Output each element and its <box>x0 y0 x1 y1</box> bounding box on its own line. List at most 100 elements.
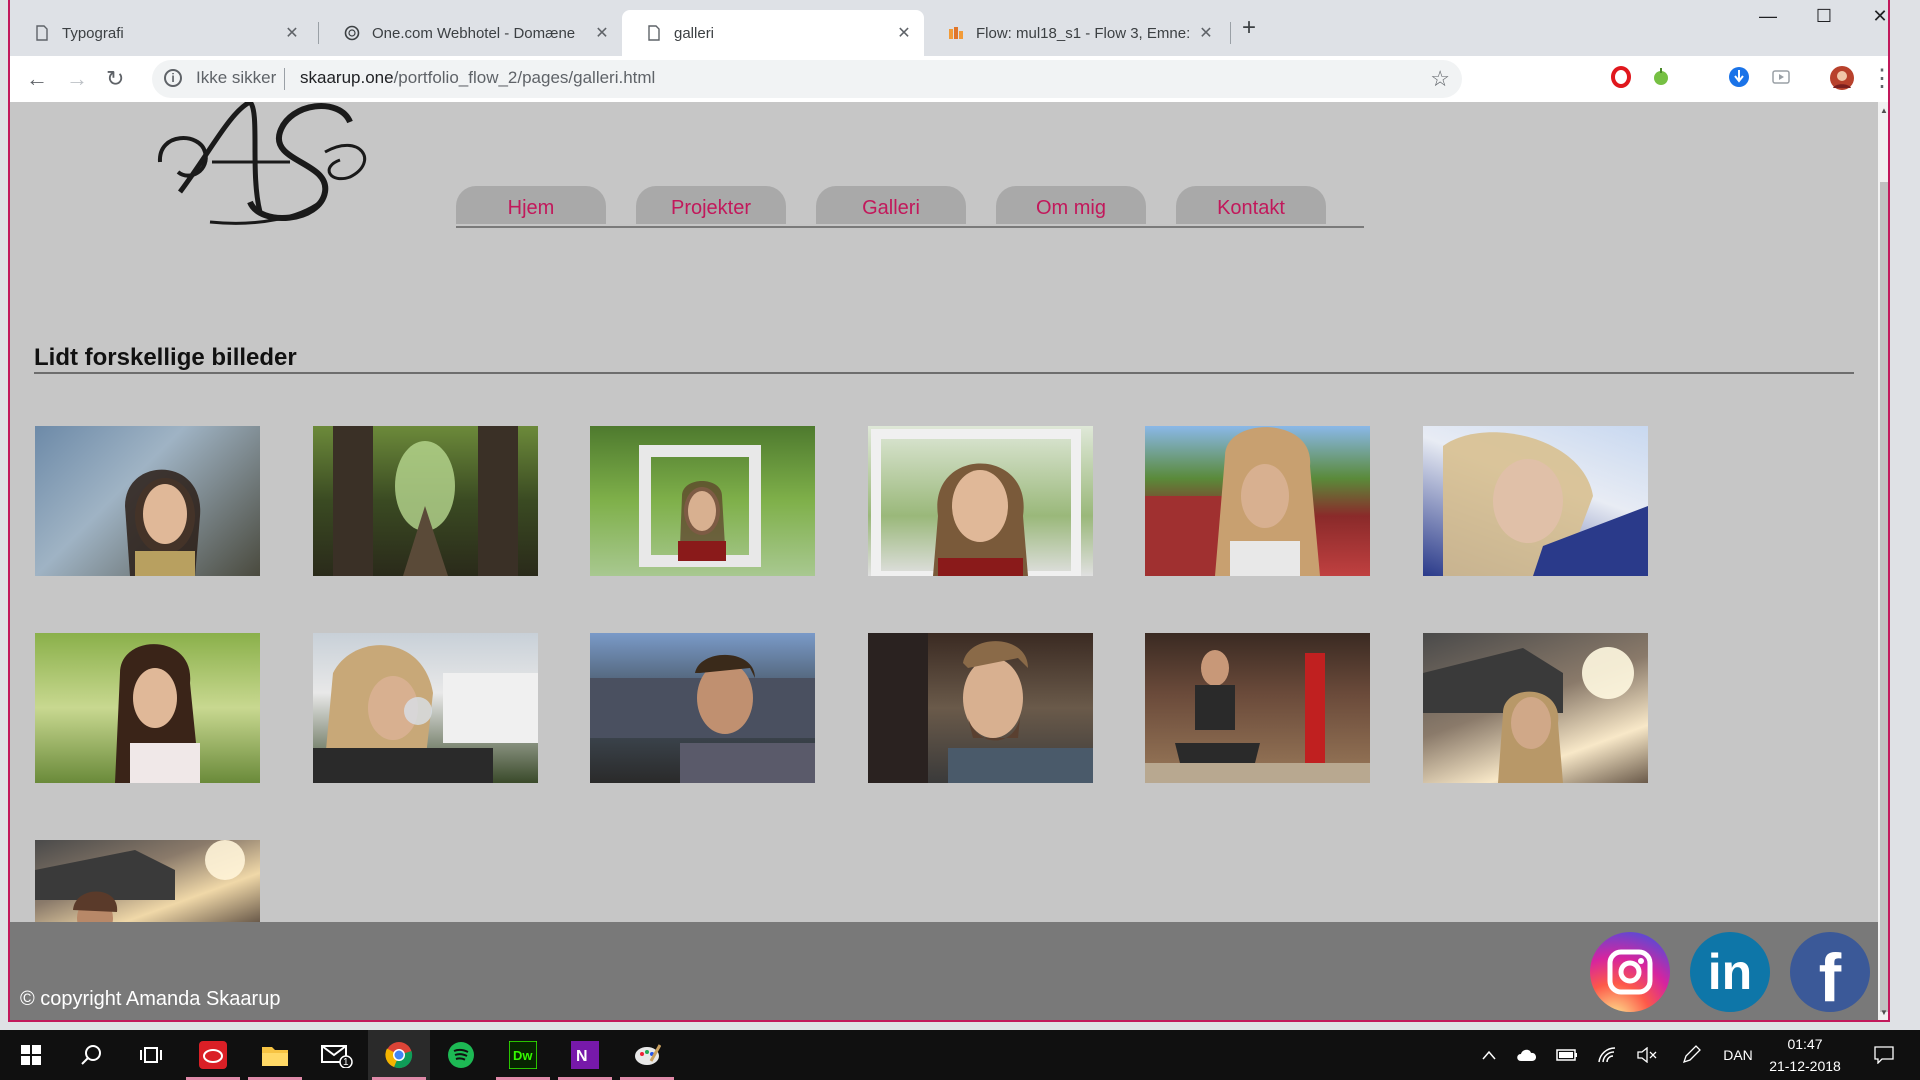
taskbar-dreamweaver[interactable]: Dw <box>492 1030 554 1080</box>
gallery-photo[interactable] <box>35 633 260 783</box>
tab-separator <box>318 22 319 44</box>
gallery-photo[interactable] <box>868 633 1093 783</box>
nav-projekter[interactable]: Projekter <box>636 186 786 224</box>
cloud-icon <box>1517 1049 1537 1061</box>
maximize-button[interactable]: ☐ <box>1796 6 1852 27</box>
scroll-thumb[interactable] <box>1880 182 1888 1012</box>
gallery-photo[interactable] <box>1423 633 1648 783</box>
gallery-photo[interactable] <box>868 426 1093 576</box>
chrome-menu-button[interactable]: ⋮ <box>1870 64 1894 93</box>
tab-title: Typografi <box>62 24 124 42</box>
mail-badge: 1 <box>343 1057 349 1068</box>
paint-icon <box>635 1044 661 1065</box>
onedrive-tray[interactable] <box>1512 1030 1542 1080</box>
taskbar-chrome[interactable] <box>368 1030 430 1080</box>
nav-hjem[interactable]: Hjem <box>456 186 606 224</box>
security-label[interactable]: Ikke sikker <box>196 68 276 88</box>
clock[interactable]: 01:47 21-12-2018 <box>1760 1033 1850 1077</box>
search-icon <box>81 1045 101 1065</box>
info-icon[interactable]: i <box>164 69 182 87</box>
show-hidden-icons[interactable] <box>1474 1030 1504 1080</box>
taskbar-onenote[interactable]: N <box>554 1030 616 1080</box>
bookmark-star-icon[interactable]: ☆ <box>1430 66 1450 92</box>
browser-window: Typografi ✕ One.com Webhotel - Domæne ✕ … <box>0 0 1920 1030</box>
taskbar-creative-cloud[interactable] <box>182 1030 244 1080</box>
gallery-photo[interactable] <box>35 426 260 576</box>
battery-tray[interactable] <box>1552 1030 1582 1080</box>
onenote-icon: N <box>571 1041 599 1069</box>
gallery-photo[interactable] <box>313 633 538 783</box>
divider <box>284 68 285 90</box>
tab-title: Flow: mul18_s1 - Flow 3, Emne: Fl <box>976 24 1194 42</box>
heading-divider <box>34 372 1854 374</box>
notification-icon <box>1874 1046 1894 1064</box>
chevron-up-icon <box>1482 1050 1496 1060</box>
reload-button[interactable]: ↻ <box>106 66 124 92</box>
taskbar-mail[interactable]: 1 <box>306 1030 368 1080</box>
battery-icon <box>1556 1049 1577 1061</box>
language-indicator[interactable]: DAN <box>1716 1030 1760 1080</box>
url-text[interactable]: skaarup.one/portfolio_flow_2/pages/galle… <box>300 68 655 88</box>
start-button[interactable] <box>0 1030 62 1080</box>
main-nav: Hjem Projekter Galleri Om mig Kontakt <box>456 186 1364 228</box>
facebook-icon[interactable]: f <box>1790 932 1870 1016</box>
volume-muted-icon <box>1637 1047 1657 1063</box>
minimize-button[interactable]: — <box>1740 6 1796 27</box>
nav-kontakt[interactable]: Kontakt <box>1176 186 1326 224</box>
page-icon <box>36 25 48 41</box>
extension-icon[interactable] <box>1770 66 1792 88</box>
pen-tray[interactable] <box>1676 1030 1706 1080</box>
one-com-icon <box>344 25 360 41</box>
forward-button[interactable]: → <box>66 66 88 92</box>
new-tab-button[interactable]: + <box>1242 14 1256 42</box>
tab-close-button[interactable]: ✕ <box>1194 23 1218 43</box>
nav-galleri[interactable]: Galleri <box>816 186 966 224</box>
volume-tray[interactable] <box>1632 1030 1662 1080</box>
back-button[interactable]: ← <box>26 66 48 92</box>
taskbar-spotify[interactable] <box>430 1030 492 1080</box>
tab-galleri[interactable]: galleri ✕ <box>622 10 924 56</box>
wifi-tray[interactable] <box>1592 1030 1622 1080</box>
flow-icon <box>949 27 963 39</box>
extension-icon[interactable] <box>1728 66 1750 88</box>
gallery-photo[interactable] <box>1145 426 1370 576</box>
address-bar[interactable]: i Ikke sikker skaarup.one/portfolio_flow… <box>152 60 1462 98</box>
taskbar-file-explorer[interactable] <box>244 1030 306 1080</box>
opera-vpn-extension-icon[interactable] <box>1610 66 1632 88</box>
gallery-photo[interactable] <box>1423 426 1648 576</box>
close-window-button[interactable]: ✕ <box>1852 6 1908 27</box>
tab-close-button[interactable]: ✕ <box>280 23 304 43</box>
page-scrollbar[interactable]: ▲ ▼ <box>1878 102 1890 1022</box>
nav-om-mig[interactable]: Om mig <box>996 186 1146 224</box>
scroll-up-arrow[interactable]: ▲ <box>1878 106 1890 115</box>
svg-text:Dw: Dw <box>513 1048 533 1063</box>
tab-close-button[interactable]: ✕ <box>892 23 916 43</box>
page-viewport: Hjem Projekter Galleri Om mig Kontakt Li… <box>10 102 1878 1022</box>
tab-one-com[interactable]: One.com Webhotel - Domæne ✕ <box>320 10 622 56</box>
extension-icon[interactable] <box>1650 66 1672 88</box>
gallery-photo[interactable] <box>313 426 538 576</box>
tab-typografi[interactable]: Typografi ✕ <box>10 10 312 56</box>
instagram-icon[interactable] <box>1590 932 1670 1012</box>
taskbar-paint[interactable] <box>616 1030 678 1080</box>
pen-icon <box>1682 1045 1701 1064</box>
task-view-button[interactable] <box>120 1030 182 1080</box>
linkedin-icon[interactable]: in <box>1690 932 1770 1012</box>
search-button[interactable] <box>60 1030 122 1080</box>
action-center-button[interactable] <box>1864 1030 1904 1080</box>
scroll-down-arrow[interactable]: ▼ <box>1878 1008 1890 1017</box>
folder-icon <box>262 1047 288 1066</box>
gallery-photo[interactable] <box>590 426 815 576</box>
wifi-icon <box>1598 1047 1616 1063</box>
tab-title: galleri <box>674 24 715 42</box>
page-heading: Lidt forskellige billeder <box>34 344 297 371</box>
spotify-icon <box>448 1042 474 1068</box>
tab-close-button[interactable]: ✕ <box>590 23 614 43</box>
chrome-icon <box>385 1042 413 1069</box>
url-host: skaarup.one <box>300 68 394 87</box>
profile-avatar[interactable] <box>1830 66 1854 90</box>
gallery-photo[interactable] <box>1145 633 1370 783</box>
gallery-photo[interactable] <box>590 633 815 783</box>
tab-flow[interactable]: Flow: mul18_s1 - Flow 3, Emne: Fl ✕ <box>924 10 1226 56</box>
gallery-photo[interactable] <box>35 840 260 922</box>
